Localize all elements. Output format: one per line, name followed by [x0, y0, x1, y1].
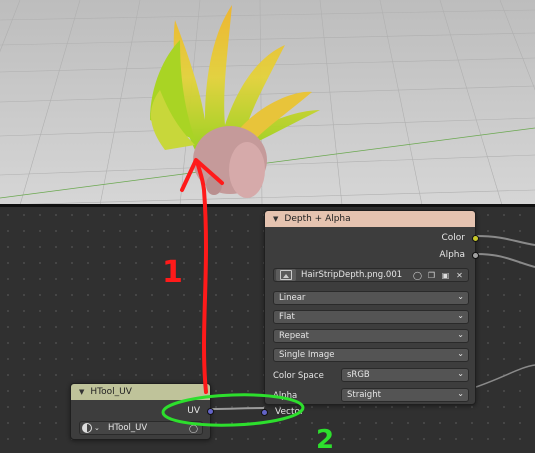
vector-input-socket[interactable] — [261, 409, 268, 416]
uv-output-label: UV — [187, 406, 200, 416]
chevron-down-icon: ⌄ — [94, 424, 100, 432]
alpha-output-label: Alpha — [439, 250, 465, 260]
collapse-chevron-icon[interactable]: ▼ — [273, 215, 278, 223]
htool-uv-node-title: HTool_UV — [90, 387, 132, 397]
image-datablock-selector[interactable]: HairStripDepth.png.001 ◯ ❐ ▣ ✕ — [273, 268, 469, 282]
color-space-value: sRGB — [347, 370, 370, 380]
uv-map-browse-button[interactable]: ⌄ — [82, 423, 104, 434]
collapse-chevron-icon[interactable]: ▼ — [79, 388, 84, 396]
3d-viewport[interactable] — [0, 0, 535, 205]
chevron-down-icon: ⌄ — [457, 292, 464, 301]
uv-map-icon — [82, 423, 92, 433]
projection-dropdown[interactable]: Flat ⌄ — [273, 310, 469, 324]
chevron-down-icon: ⌄ — [457, 330, 464, 339]
htool-uv-node[interactable]: ▼ HTool_UV UV ⌄ HTool_UV ◯ — [70, 383, 214, 440]
uv-map-name[interactable]: HTool_UV — [108, 423, 147, 433]
fake-user-shield-icon[interactable]: ◯ — [412, 270, 423, 281]
color-space-label: Color Space — [273, 371, 324, 381]
htool-uv-node-header[interactable]: ▼ HTool_UV — [71, 384, 210, 400]
unlink-image-close-icon[interactable]: ✕ — [454, 270, 465, 281]
image-name-field[interactable]: HairStripDepth.png.001 — [301, 270, 402, 280]
image-icon — [280, 270, 292, 280]
fake-user-shield-icon[interactable]: ◯ — [188, 423, 199, 434]
viewport-scene — [0, 0, 535, 205]
chevron-down-icon: ⌄ — [457, 349, 464, 358]
alpha-mode-value: Straight — [347, 390, 381, 400]
extension-value: Repeat — [279, 331, 309, 341]
color-output-label: Color — [441, 233, 466, 243]
interpolation-dropdown[interactable]: Linear ⌄ — [273, 291, 469, 305]
projection-value: Flat — [279, 312, 295, 322]
depth-alpha-node-header[interactable]: ▼ Depth + Alpha — [265, 211, 475, 227]
uv-output-row: UV — [187, 404, 200, 418]
extension-dropdown[interactable]: Repeat ⌄ — [273, 329, 469, 343]
uv-map-selector[interactable]: ⌄ HTool_UV ◯ — [79, 421, 203, 435]
depth-alpha-image-node[interactable]: ▼ Depth + Alpha Color Alpha HairStripDep… — [261, 210, 479, 417]
vector-input-row: Vector — [275, 405, 304, 419]
image-browse-button[interactable] — [276, 269, 296, 281]
alpha-output-row: Alpha — [439, 248, 465, 262]
uv-output-socket[interactable] — [207, 408, 214, 415]
interpolation-value: Linear — [279, 293, 306, 303]
chevron-down-icon: ⌄ — [457, 311, 464, 320]
color-output-row: Color — [442, 231, 466, 245]
source-dropdown[interactable]: Single Image ⌄ — [273, 348, 469, 362]
vector-input-label: Vector — [275, 407, 304, 417]
chevron-down-icon: ⌄ — [457, 369, 464, 378]
color-output-socket[interactable] — [472, 235, 479, 242]
open-image-folder-icon[interactable]: ▣ — [440, 270, 451, 281]
duplicate-image-icon[interactable]: ❐ — [426, 270, 437, 281]
depth-alpha-node-title: Depth + Alpha — [284, 214, 351, 224]
alpha-output-socket[interactable] — [472, 252, 479, 259]
source-value: Single Image — [279, 350, 335, 360]
shader-node-editor[interactable]: ▼ Depth + Alpha Color Alpha HairStripDep… — [0, 207, 535, 453]
alpha-mode-label: Alpha — [273, 391, 298, 401]
chevron-down-icon: ⌄ — [457, 389, 464, 398]
color-space-dropdown[interactable]: sRGB ⌄ — [341, 368, 469, 382]
alpha-mode-dropdown[interactable]: Straight ⌄ — [341, 388, 469, 402]
